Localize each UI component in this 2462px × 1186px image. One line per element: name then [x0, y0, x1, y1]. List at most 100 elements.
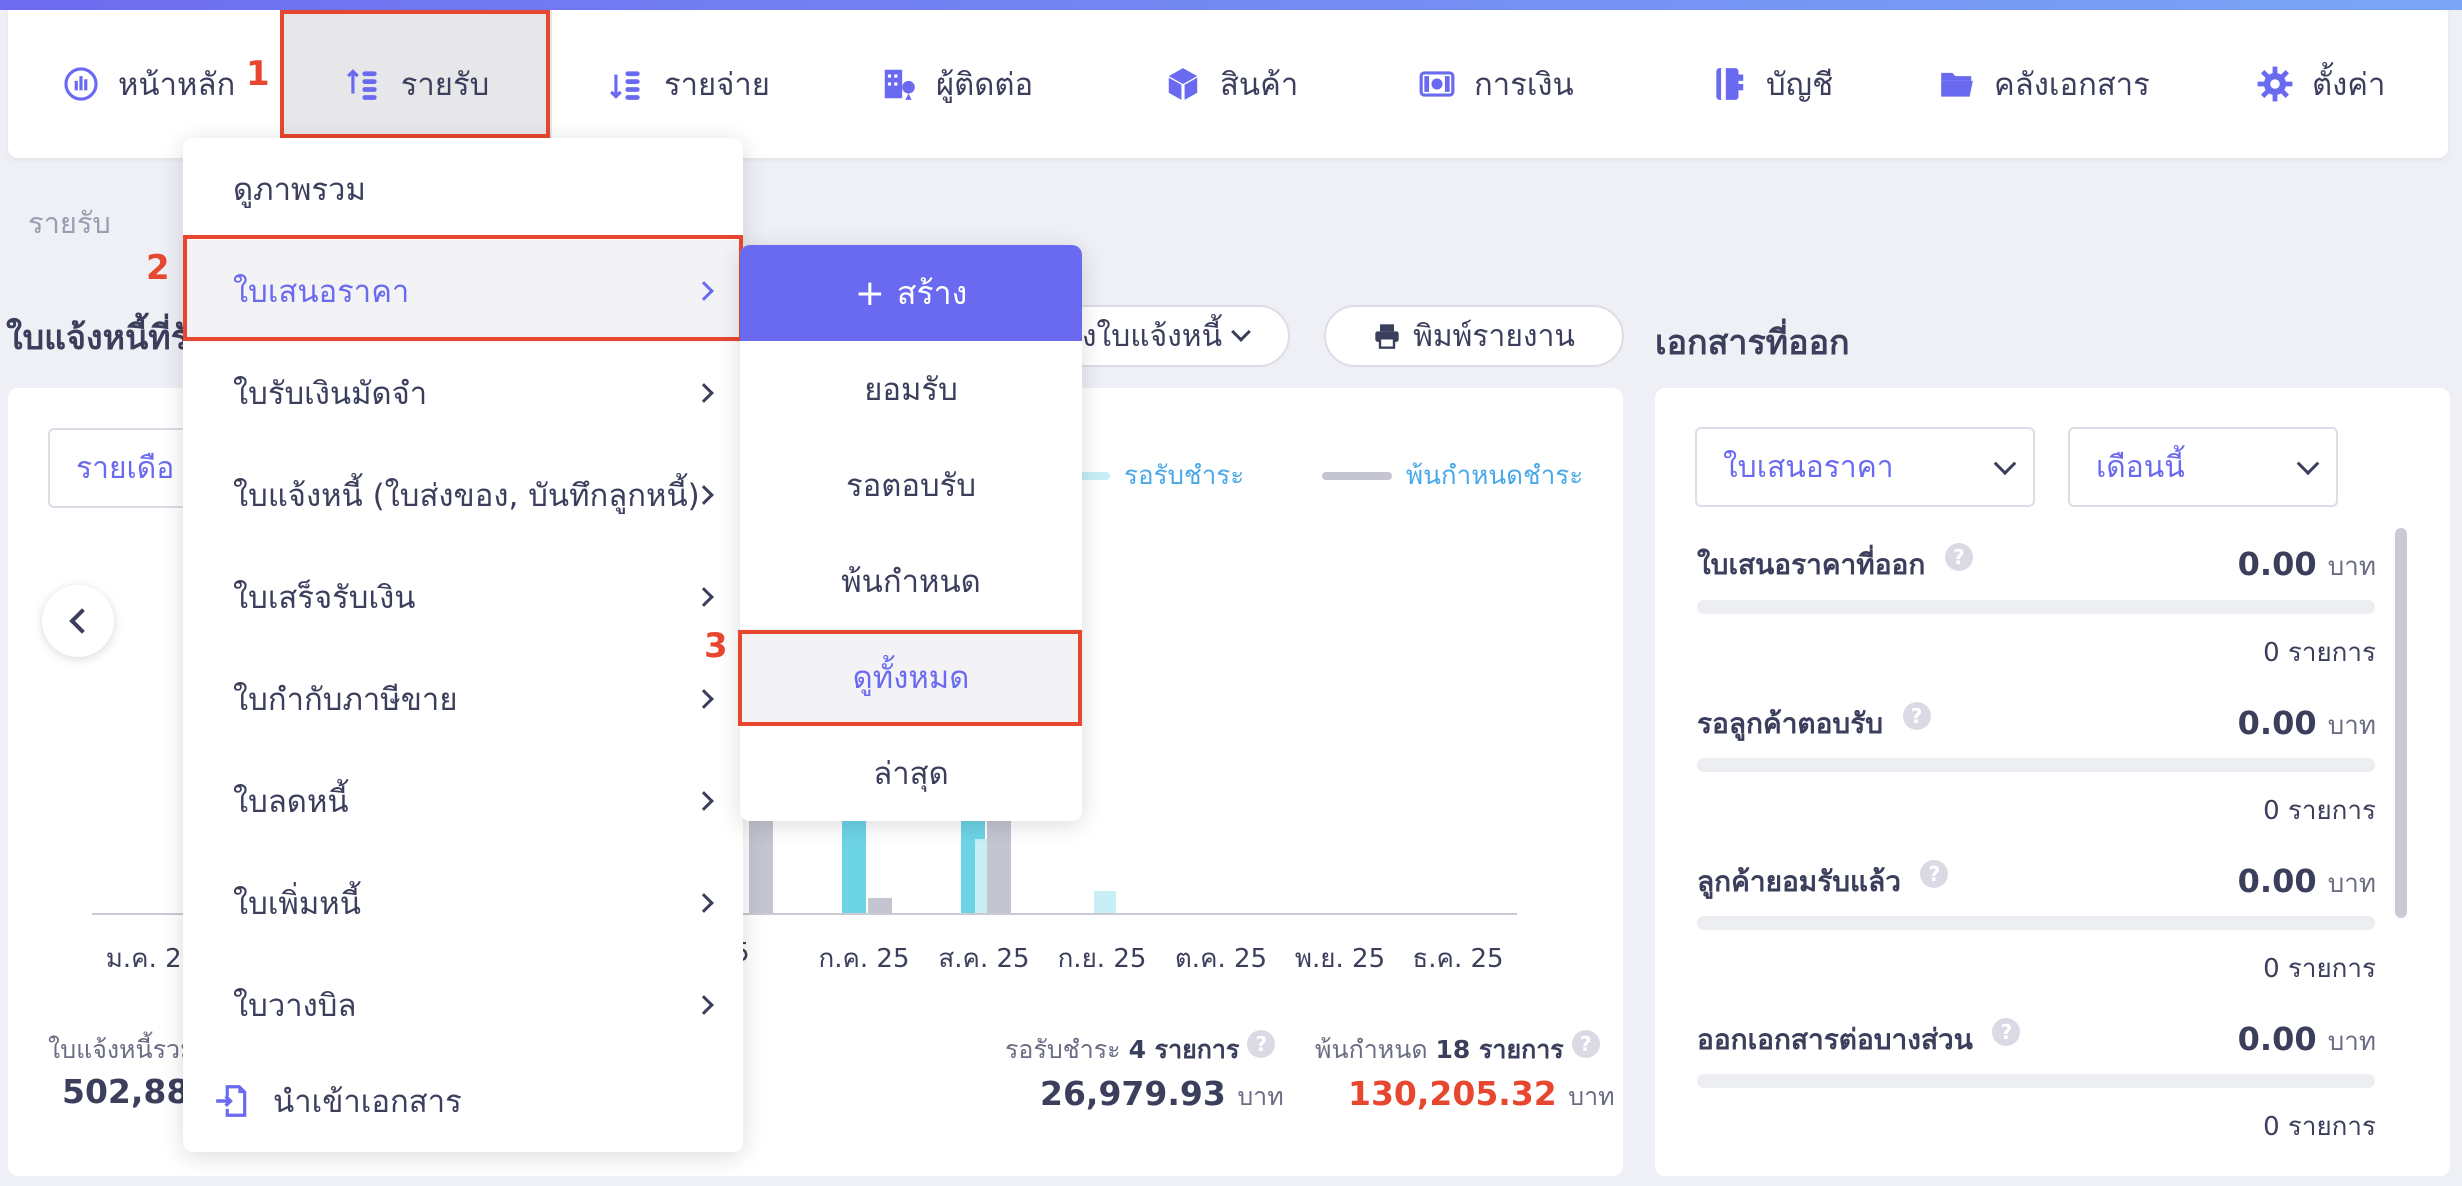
print-report-label: พิมพ์รายงาน — [1413, 318, 1575, 354]
menu-item-overview[interactable]: ดูภาพรวม — [183, 138, 743, 240]
coins-up-icon — [346, 69, 377, 100]
nav-settings-label: ตั้งค่า — [2312, 67, 2386, 103]
menu-item-label: ใบเสร็จรับเงิน — [233, 580, 416, 616]
total-invoice-label: ใบแจ้งหนี้รวม — [48, 1035, 197, 1064]
row-issued-value: 0.00 — [2237, 545, 2317, 583]
help-icon[interactable]: ? — [1247, 1030, 1276, 1058]
plus-icon: + — [854, 272, 885, 314]
nav-income[interactable]: รายรับ — [282, 10, 552, 158]
help-icon[interactable]: ? — [1920, 860, 1949, 888]
menu-item-label: ดูภาพรวม — [233, 172, 366, 208]
nav-accounting-label: บัญชี — [1766, 67, 1834, 103]
row-accepted-amount: 0.00 บาท — [2238, 862, 2376, 904]
ledger-icon — [1716, 68, 1744, 100]
right-panel-scrollbar[interactable] — [2395, 528, 2407, 918]
document-type-select[interactable]: ใบเสนอราคา — [1695, 427, 2035, 507]
quotation-submenu: + สร้าง ยอมรับ รอตอบรับ พ้นกำหนด ดูทั้งห… — [740, 245, 1082, 821]
help-icon[interactable]: ? — [1992, 1018, 2021, 1046]
row-partial-title: ออกเอกสารต่อบางส่วน ? — [1697, 1018, 2021, 1062]
nav-products[interactable]: สินค้า — [1164, 10, 1298, 158]
pending-summary-label: รอรับชำระ 4 รายการ ? — [1005, 1030, 1276, 1070]
nav-expense[interactable]: รายจ่าย — [608, 10, 770, 158]
menu-item-invoice[interactable]: ใบแจ้งหนี้ (ใบส่งของ, บันทึกลูกหนี้) — [183, 444, 743, 546]
row-awaiting-count: 0 รายการ — [2263, 796, 2376, 826]
top-navigation: หน้าหลัก รายรับ รายจ่าย ผู้ติดต่อ สินค้า… — [8, 10, 2448, 158]
menu-item-tax-invoice[interactable]: ใบกำกับภาษีขาย — [183, 648, 743, 750]
help-icon[interactable]: ? — [1571, 1030, 1600, 1058]
menu-item-quotation[interactable]: ใบเสนอราคา — [183, 240, 743, 342]
legend-overdue: พ้นกำหนดชำระ — [1322, 455, 1583, 496]
annotation-number-2: 2 — [146, 248, 170, 288]
print-report-button[interactable]: พิมพ์รายงาน — [1324, 305, 1624, 367]
menu-item-billing-note[interactable]: ใบวางบิล — [183, 954, 743, 1056]
filter-label: งใบแจ้งหนี้ — [1081, 318, 1223, 354]
month-select[interactable]: เดือนนี้ — [2068, 427, 2338, 507]
row-issued-count: 0 รายการ — [2263, 638, 2376, 668]
submenu-item-view-all[interactable]: ดูทั้งหมด — [740, 629, 1082, 725]
overdue-amount: 130,205.32 บาท — [1348, 1074, 1615, 1117]
overdue-summary-label: พ้นกำหนด 18 รายการ ? — [1315, 1030, 1600, 1070]
building-contact-icon — [884, 69, 915, 100]
section-title: ใบแจ้งหนี้ที่รั — [6, 318, 189, 358]
menu-item-receipt[interactable]: ใบเสร็จรับเงิน — [183, 546, 743, 648]
chart-bar — [868, 897, 892, 913]
annotation-number-1: 1 — [246, 54, 270, 94]
chevron-left-icon — [69, 608, 95, 634]
chevron-down-icon — [1993, 452, 2017, 476]
row-awaiting-title: รอลูกค้าตอบรับ ? — [1697, 702, 1931, 746]
row-accepted-value: 0.00 — [2237, 862, 2317, 900]
row-accepted-label: ลูกค้ายอมรับแล้ว — [1697, 865, 1901, 898]
legend-overdue-label: พ้นกำหนดชำระ — [1406, 461, 1584, 491]
chevron-right-icon — [694, 791, 714, 811]
breadcrumb: รายรับ — [28, 206, 111, 240]
create-quotation-button[interactable]: + สร้าง — [740, 245, 1082, 341]
nav-settings[interactable]: ตั้งค่า — [2256, 10, 2385, 158]
menu-item-debit-note[interactable]: ใบเพิ่มหนี้ — [183, 852, 743, 954]
legend-overdue-swatch — [1322, 471, 1392, 480]
nav-income-label: รายรับ — [400, 67, 490, 103]
nav-documents[interactable]: คลังเอกสาร — [1938, 10, 2150, 158]
nav-home[interactable]: หน้าหลัก — [62, 10, 235, 158]
chart-prev-button[interactable] — [42, 585, 114, 657]
month-label: ก.ค. 25 — [818, 944, 910, 974]
folder-icon — [1941, 72, 1973, 97]
nav-home-label: หน้าหลัก — [118, 67, 236, 103]
menu-item-label: ใบกำกับภาษีขาย — [233, 682, 458, 718]
menu-item-deposit-receipt[interactable]: ใบรับเงินมัดจำ — [183, 342, 743, 444]
create-label: สร้าง — [896, 273, 968, 312]
nav-accounting[interactable]: บัญชี — [1710, 10, 1833, 158]
row-awaiting-value: 0.00 — [2237, 704, 2317, 742]
chevron-right-icon — [694, 281, 714, 301]
submenu-item-latest[interactable]: ล่าสุด — [740, 725, 1082, 821]
nav-finance[interactable]: การเงิน — [1418, 10, 1574, 158]
nav-contacts[interactable]: ผู้ติดต่อ — [880, 10, 1033, 158]
menu-item-credit-note[interactable]: ใบลดหนี้ — [183, 750, 743, 852]
row-awaiting-progress — [1697, 758, 2375, 772]
row-partial-currency: บาท — [2327, 1027, 2376, 1057]
submenu-item-accepted[interactable]: ยอมรับ — [740, 341, 1082, 437]
help-icon[interactable]: ? — [1902, 702, 1931, 730]
nav-documents-label: คลังเอกสาร — [1994, 67, 2150, 103]
row-awaiting-amount: 0.00 บาท — [2238, 704, 2376, 746]
period-select-value: รายเดือ — [76, 450, 175, 486]
import-file-icon — [216, 1085, 247, 1117]
submenu-item-awaiting[interactable]: รอตอบรับ — [740, 437, 1082, 533]
overdue-value: 130,205.32 — [1348, 1074, 1557, 1113]
row-issued-currency: บาท — [2327, 552, 2376, 582]
menu-item-label: ใบวางบิล — [233, 988, 357, 1024]
nav-contacts-label: ผู้ติดต่อ — [936, 67, 1034, 103]
overdue-currency: บาท — [1568, 1082, 1615, 1111]
month-label: ธ.ค. 25 — [1412, 944, 1504, 974]
help-icon[interactable]: ? — [1944, 543, 1973, 571]
menu-item-label: ใบเพิ่มหนี้ — [233, 886, 361, 922]
issued-documents-title: เอกสารที่ออก — [1655, 323, 1850, 363]
pending-label: รอรับชำระ — [1005, 1035, 1121, 1064]
month-label: ก.ย. 25 — [1057, 944, 1147, 974]
row-issued-title: ใบเสนอราคาที่ออก ? — [1697, 543, 1973, 587]
menu-item-import[interactable]: นำเข้าเอกสาร — [183, 1050, 743, 1152]
submenu-item-overdue[interactable]: พ้นกำหนด — [740, 533, 1082, 629]
annotation-number-3: 3 — [704, 626, 728, 666]
coins-down-icon — [610, 71, 640, 100]
overdue-count: 18 รายการ — [1435, 1035, 1564, 1064]
chevron-right-icon — [694, 893, 714, 913]
